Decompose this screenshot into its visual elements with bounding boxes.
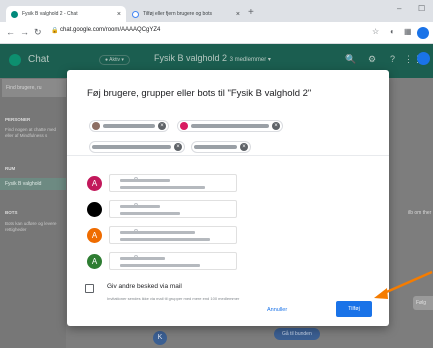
back-icon[interactable]: ← <box>6 27 15 37</box>
suggestion-card[interactable] <box>109 226 237 244</box>
suggestion-row[interactable]: A <box>87 174 237 192</box>
room-members: 3 medlemmer ▾ <box>229 57 271 63</box>
forward-icon[interactable]: → <box>20 27 29 37</box>
browser-tab-chat[interactable]: Fysik B valghold 2 - Chat × <box>6 6 126 22</box>
suggestion-name <box>120 179 170 182</box>
remove-chip-icon[interactable]: × <box>272 122 280 130</box>
chip-avatar <box>180 122 188 130</box>
room-title[interactable]: Fysik B valghold 2 3 medlemmer ▾ <box>154 53 271 63</box>
chip-avatar <box>92 122 100 130</box>
suggestion-avatar: A <box>87 254 102 269</box>
chip-label <box>194 145 237 149</box>
search-icon[interactable]: 🔍 <box>345 54 356 65</box>
message-avatar: K <box>153 331 167 345</box>
chip-label <box>191 124 269 128</box>
extension-icon[interactable]: ◐ <box>390 27 395 36</box>
browser-profile-avatar[interactable] <box>417 27 429 39</box>
chat-favicon-icon <box>11 10 18 18</box>
status-dropdown[interactable]: ● Aktiv ▾ <box>99 55 130 65</box>
apps-icon[interactable]: ▦ <box>404 27 412 36</box>
google-favicon-icon <box>132 10 139 18</box>
remove-chip-icon[interactable]: × <box>240 143 248 151</box>
address-bar[interactable]: chat.google.com/room/AAAAQCgYZ4 <box>60 27 160 33</box>
bots-section-text: Bots kan udføre og levere rettigheder <box>5 221 57 232</box>
suggestion-email <box>120 238 210 241</box>
suggestion-name <box>120 231 195 234</box>
suggestion-avatar: A <box>87 228 102 243</box>
new-tab-icon[interactable]: + <box>248 7 254 18</box>
user-avatar[interactable] <box>417 52 430 65</box>
suggestion-row[interactable]: A <box>87 226 237 244</box>
room-title-text: Fysik B valghold 2 <box>154 53 228 63</box>
chip-label <box>103 124 155 128</box>
suggestion-card[interactable] <box>109 200 237 218</box>
browser-tab-help[interactable]: Tilføj eller fjern brugere og bots × <box>127 6 245 22</box>
dialog-title: Føj brugere, grupper eller bots til "Fys… <box>87 88 312 99</box>
suggestion-row[interactable] <box>87 200 237 218</box>
chat-logo-icon <box>9 54 21 66</box>
close-tab-icon[interactable]: × <box>117 11 121 18</box>
suggestion-row[interactable]: A <box>87 252 237 270</box>
suggestion-name <box>120 257 165 260</box>
selected-chip[interactable]: × <box>89 120 169 132</box>
suggestion-avatar <box>87 202 102 217</box>
annotation-arrow-icon <box>374 270 433 299</box>
tab-title: Fysik B valghold 2 - Chat <box>22 11 78 17</box>
sidebar-search-input[interactable]: Find brugere, ru <box>2 79 66 97</box>
reload-icon[interactable]: ↻ <box>34 27 42 38</box>
selected-chip[interactable]: × <box>191 141 251 153</box>
star-icon[interactable]: ☆ <box>372 27 379 36</box>
suggestion-email <box>120 186 205 189</box>
people-section-text: Find nogen at chatte med eller af Mindfu… <box>5 127 57 138</box>
sidebar-item-room[interactable]: Fysik B valghold <box>0 178 66 190</box>
add-members-dialog: Føj brugere, grupper eller bots til "Fys… <box>67 70 389 326</box>
browser-toolbar: ← → ↻ 🔒 chat.google.com/room/AAAAQCgYZ4 … <box>0 22 433 44</box>
tab-title: Tilføj eller fjern brugere og bots <box>143 11 213 17</box>
suggestion-name <box>120 205 160 208</box>
close-tab-icon[interactable]: × <box>236 11 240 18</box>
suggestion-card[interactable] <box>109 252 237 270</box>
people-section-label: PERSONER <box>5 117 31 122</box>
suggestion-card[interactable] <box>109 174 237 192</box>
rooms-section-label: RUM <box>5 166 16 171</box>
dialog-divider <box>67 155 389 156</box>
browser-tab-bar: Fysik B valghold 2 - Chat × Tilføj eller… <box>0 0 433 22</box>
app-name: Chat <box>28 54 50 65</box>
suggestion-avatar: A <box>87 176 102 191</box>
remove-chip-icon[interactable]: × <box>174 143 182 151</box>
suggestion-email <box>120 264 200 267</box>
selected-chip[interactable]: × <box>177 120 283 132</box>
bots-section-label: BOTS <box>5 210 18 215</box>
help-icon[interactable]: ? <box>390 54 395 64</box>
go-to-bottom-button[interactable]: Gå til bunden <box>274 328 320 340</box>
maximize-icon[interactable]: ☐ <box>418 4 425 13</box>
selected-chip[interactable]: × <box>89 141 185 153</box>
notify-email-label: Giv andre besked via mail <box>107 283 182 290</box>
minimize-icon[interactable]: – <box>397 4 401 13</box>
right-panel-text: ilb om ther <box>408 210 432 216</box>
remove-chip-icon[interactable]: × <box>158 122 166 130</box>
chip-label <box>92 145 171 149</box>
notify-email-hint: Invitationer sendes ikke via mail til gr… <box>107 296 240 301</box>
cancel-button[interactable]: Annuller <box>267 307 287 313</box>
lock-icon: 🔒 <box>51 28 59 34</box>
notify-email-checkbox[interactable] <box>85 284 94 293</box>
settings-icon[interactable]: ⚙ <box>368 54 376 65</box>
suggestion-email <box>120 212 180 215</box>
